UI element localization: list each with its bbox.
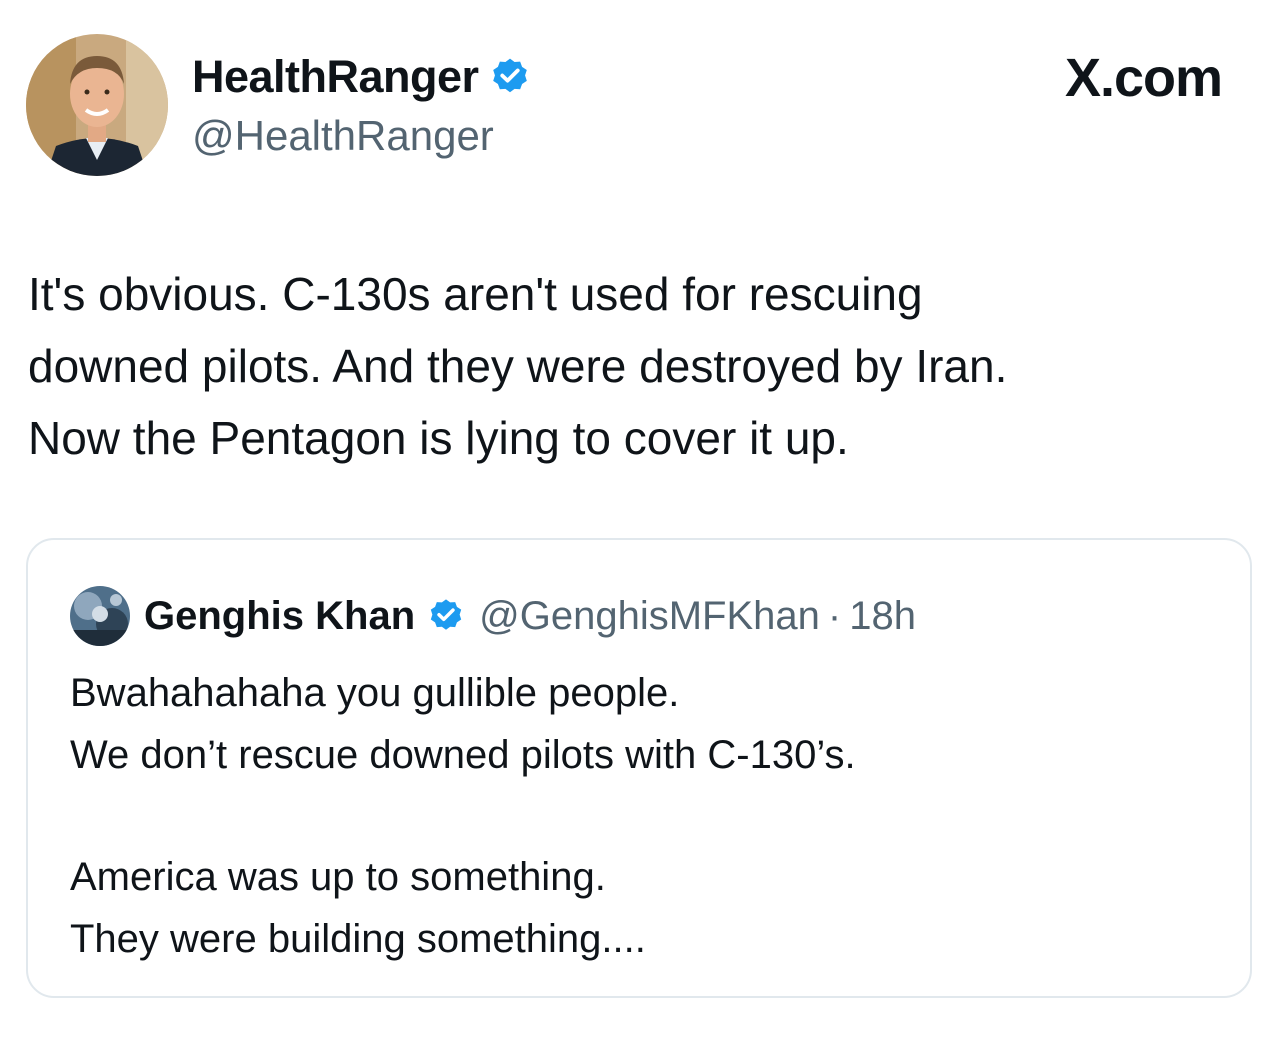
quote-text-line: America was up to something. — [70, 855, 606, 899]
quote-author-name[interactable]: Genghis Khan — [144, 592, 415, 640]
author-name[interactable]: HealthRanger — [192, 50, 479, 104]
quote-author-avatar[interactable] — [70, 586, 130, 646]
tweet-text-line: downed pilots. And they were destroyed b… — [28, 340, 1008, 392]
separator-dot: · — [827, 594, 842, 638]
quoted-tweet-header: Genghis Khan @GenghisMFKhan · 18h — [70, 586, 916, 646]
quote-timestamp[interactable]: 18h — [849, 592, 916, 640]
author-handle[interactable]: @HealthRanger — [192, 110, 494, 162]
site-label: X.com — [1064, 48, 1223, 108]
quote-author-handle[interactable]: @GenghisMFKhan — [479, 592, 820, 640]
author-avatar-image — [26, 34, 168, 176]
tweet-text-line: Now the Pentagon is lying to cover it up… — [28, 412, 849, 464]
verified-badge-icon — [489, 56, 531, 98]
quote-author-avatar-image — [70, 586, 130, 646]
quote-text-line: They were building something.... — [70, 917, 646, 961]
quoted-tweet-text: Bwahahahaha you gullible people. We don’… — [70, 662, 1210, 970]
quote-text-line: We don’t rescue downed pilots with C-130… — [70, 733, 856, 777]
author-name-row[interactable]: HealthRanger — [192, 50, 531, 104]
verified-badge-icon — [427, 597, 465, 635]
quoted-tweet-card[interactable]: Genghis Khan @GenghisMFKhan · 18h Bwahah… — [26, 538, 1252, 998]
author-avatar[interactable] — [26, 34, 168, 176]
tweet-text-line: It's obvious. C-130s aren't used for res… — [28, 268, 923, 320]
screenshot: HealthRanger @HealthRanger X.com It's ob… — [0, 0, 1280, 1040]
tweet-text: It's obvious. C-130s aren't used for res… — [28, 258, 1248, 474]
quote-text-line: Bwahahahaha you gullible people. — [70, 671, 680, 715]
